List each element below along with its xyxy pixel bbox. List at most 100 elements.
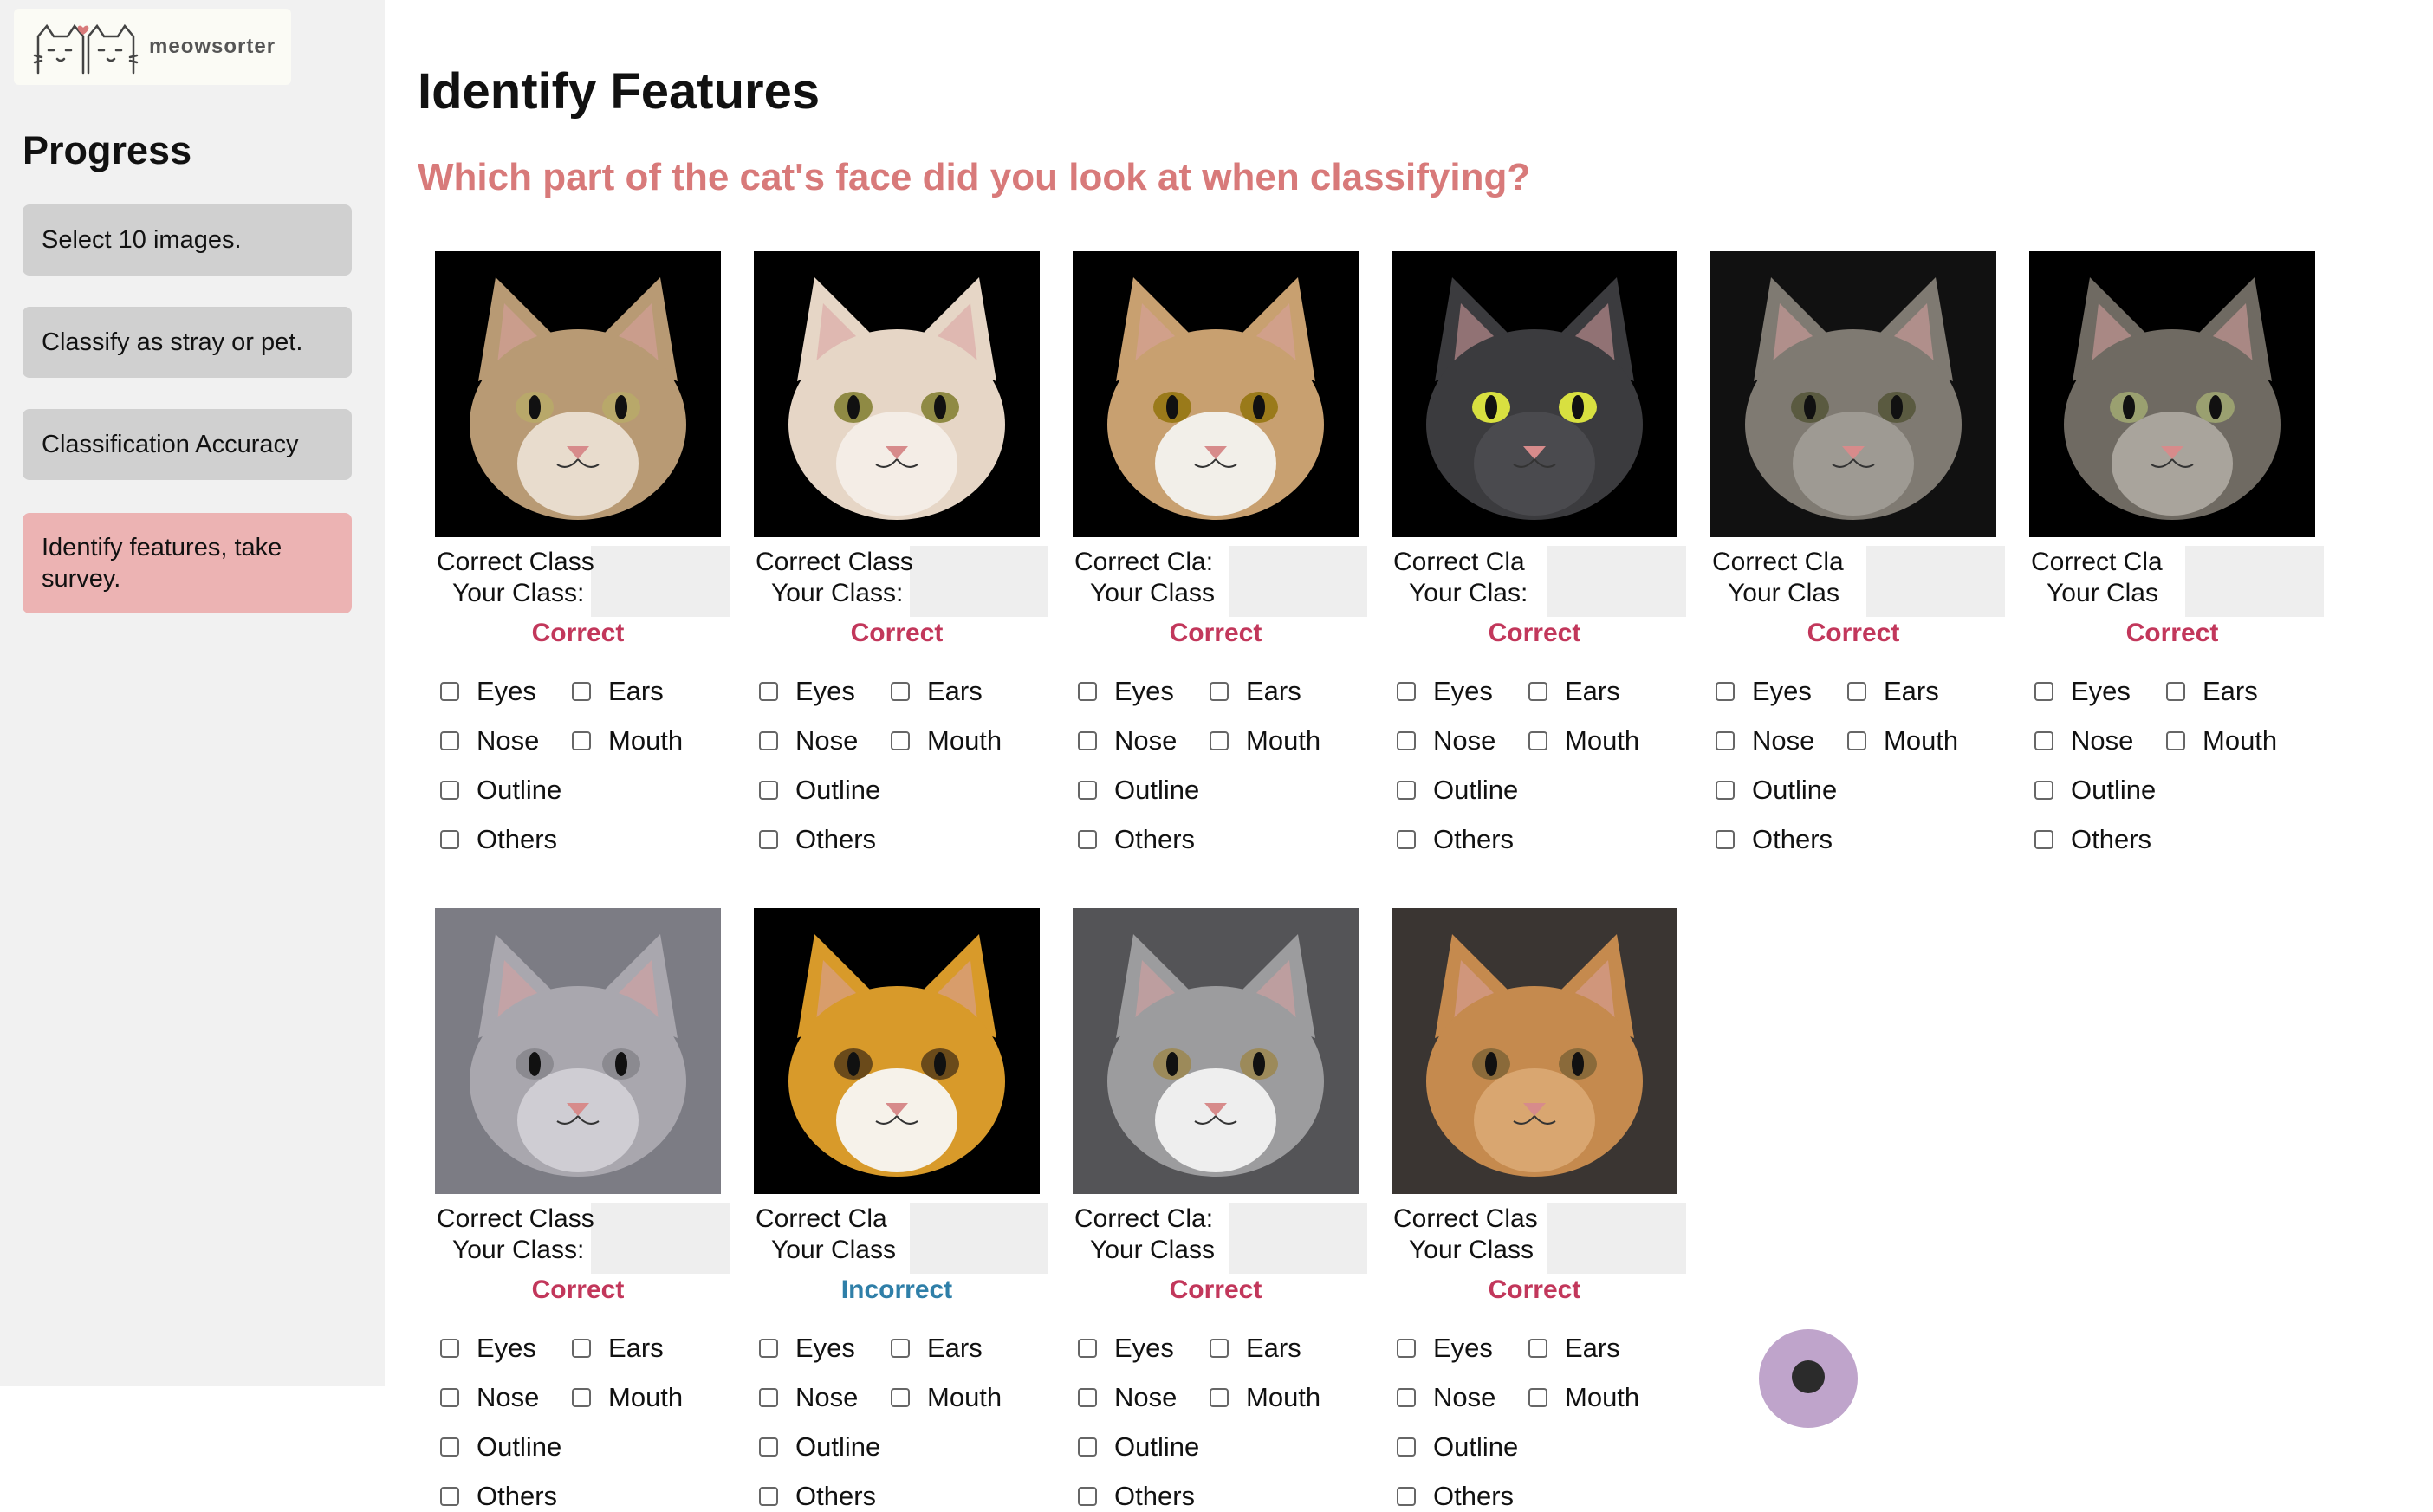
checkbox-box[interactable] [759,781,778,800]
checkbox-mouth[interactable]: Mouth [891,725,1002,756]
checkbox-eyes[interactable]: Eyes [2034,676,2131,707]
checkbox-box[interactable] [1078,731,1097,750]
checkbox-ears[interactable]: Ears [1528,676,1620,707]
checkbox-box[interactable] [440,1487,459,1506]
step-select-images[interactable]: Select 10 images. [23,204,352,276]
checkbox-box[interactable] [572,682,591,701]
checkbox-nose[interactable]: Nose [1716,725,1814,756]
checkbox-box[interactable] [1397,830,1416,849]
checkbox-box[interactable] [572,1339,591,1358]
checkbox-outline[interactable]: Outline [1716,775,1837,806]
checkbox-box[interactable] [440,830,459,849]
checkbox-others[interactable]: Others [440,1481,557,1512]
checkbox-others[interactable]: Others [1078,824,1195,855]
checkbox-ears[interactable]: Ears [891,1333,983,1364]
checkbox-box[interactable] [1078,1437,1097,1457]
checkbox-box[interactable] [759,682,778,701]
checkbox-ears[interactable]: Ears [1210,676,1301,707]
checkbox-box[interactable] [891,1339,910,1358]
checkbox-box[interactable] [759,1437,778,1457]
checkbox-others[interactable]: Others [440,824,557,855]
checkbox-eyes[interactable]: Eyes [1716,676,1812,707]
checkbox-box[interactable] [1528,1339,1547,1358]
checkbox-outline[interactable]: Outline [759,1431,880,1463]
checkbox-eyes[interactable]: Eyes [759,676,855,707]
checkbox-box[interactable] [440,682,459,701]
checkbox-eyes[interactable]: Eyes [1078,676,1174,707]
checkbox-box[interactable] [1078,682,1097,701]
checkbox-box[interactable] [1847,731,1866,750]
checkbox-box[interactable] [2166,682,2185,701]
step-identify-features[interactable]: Identify features, take survey. [23,513,352,613]
checkbox-ears[interactable]: Ears [891,676,983,707]
checkbox-outline[interactable]: Outline [1397,775,1518,806]
checkbox-box[interactable] [440,781,459,800]
checkbox-nose[interactable]: Nose [759,725,858,756]
checkbox-nose[interactable]: Nose [1078,1382,1177,1413]
checkbox-nose[interactable]: Nose [440,1382,539,1413]
checkbox-box[interactable] [1397,1437,1416,1457]
checkbox-mouth[interactable]: Mouth [1528,1382,1639,1413]
checkbox-box[interactable] [2166,731,2185,750]
checkbox-outline[interactable]: Outline [2034,775,2156,806]
checkbox-box[interactable] [440,1339,459,1358]
checkbox-eyes[interactable]: Eyes [759,1333,855,1364]
checkbox-mouth[interactable]: Mouth [2166,725,2277,756]
checkbox-box[interactable] [2034,731,2053,750]
checkbox-box[interactable] [1528,731,1547,750]
checkbox-box[interactable] [440,731,459,750]
checkbox-outline[interactable]: Outline [440,775,561,806]
checkbox-box[interactable] [440,1388,459,1407]
checkbox-nose[interactable]: Nose [1078,725,1177,756]
checkbox-box[interactable] [1716,682,1735,701]
checkbox-box[interactable] [759,830,778,849]
checkbox-box[interactable] [759,1487,778,1506]
checkbox-eyes[interactable]: Eyes [1397,1333,1493,1364]
checkbox-box[interactable] [1078,781,1097,800]
checkbox-ears[interactable]: Ears [1847,676,1939,707]
checkbox-nose[interactable]: Nose [1397,725,1495,756]
checkbox-mouth[interactable]: Mouth [1210,725,1320,756]
checkbox-box[interactable] [1716,830,1735,849]
checkbox-box[interactable] [1528,1388,1547,1407]
checkbox-others[interactable]: Others [1397,824,1514,855]
checkbox-box[interactable] [1397,1487,1416,1506]
checkbox-mouth[interactable]: Mouth [572,725,683,756]
checkbox-box[interactable] [1078,1487,1097,1506]
checkbox-nose[interactable]: Nose [1397,1382,1495,1413]
checkbox-mouth[interactable]: Mouth [1847,725,1958,756]
checkbox-box[interactable] [1210,1339,1229,1358]
checkbox-eyes[interactable]: Eyes [1397,676,1493,707]
checkbox-outline[interactable]: Outline [1397,1431,1518,1463]
checkbox-ears[interactable]: Ears [1528,1333,1620,1364]
step-classify[interactable]: Classify as stray or pet. [23,307,352,378]
checkbox-box[interactable] [1716,731,1735,750]
checkbox-nose[interactable]: Nose [759,1382,858,1413]
checkbox-box[interactable] [1397,731,1416,750]
checkbox-box[interactable] [2034,682,2053,701]
checkbox-box[interactable] [1397,781,1416,800]
checkbox-ears[interactable]: Ears [2166,676,2258,707]
checkbox-box[interactable] [1397,1388,1416,1407]
checkbox-box[interactable] [891,1388,910,1407]
checkbox-box[interactable] [1078,1388,1097,1407]
checkbox-box[interactable] [1397,1339,1416,1358]
checkbox-others[interactable]: Others [2034,824,2151,855]
checkbox-box[interactable] [759,1339,778,1358]
checkbox-box[interactable] [2034,830,2053,849]
checkbox-others[interactable]: Others [759,824,876,855]
checkbox-ears[interactable]: Ears [1210,1333,1301,1364]
checkbox-others[interactable]: Others [759,1481,876,1512]
checkbox-others[interactable]: Others [1078,1481,1195,1512]
checkbox-box[interactable] [1528,682,1547,701]
checkbox-box[interactable] [1847,682,1866,701]
checkbox-outline[interactable]: Outline [1078,775,1199,806]
checkbox-outline[interactable]: Outline [759,775,880,806]
checkbox-mouth[interactable]: Mouth [1528,725,1639,756]
brand-logo[interactable]: meowsorter [14,9,291,85]
checkbox-others[interactable]: Others [1716,824,1833,855]
checkbox-ears[interactable]: Ears [572,676,664,707]
checkbox-box[interactable] [572,731,591,750]
checkbox-box[interactable] [759,1388,778,1407]
checkbox-others[interactable]: Others [1397,1481,1514,1512]
